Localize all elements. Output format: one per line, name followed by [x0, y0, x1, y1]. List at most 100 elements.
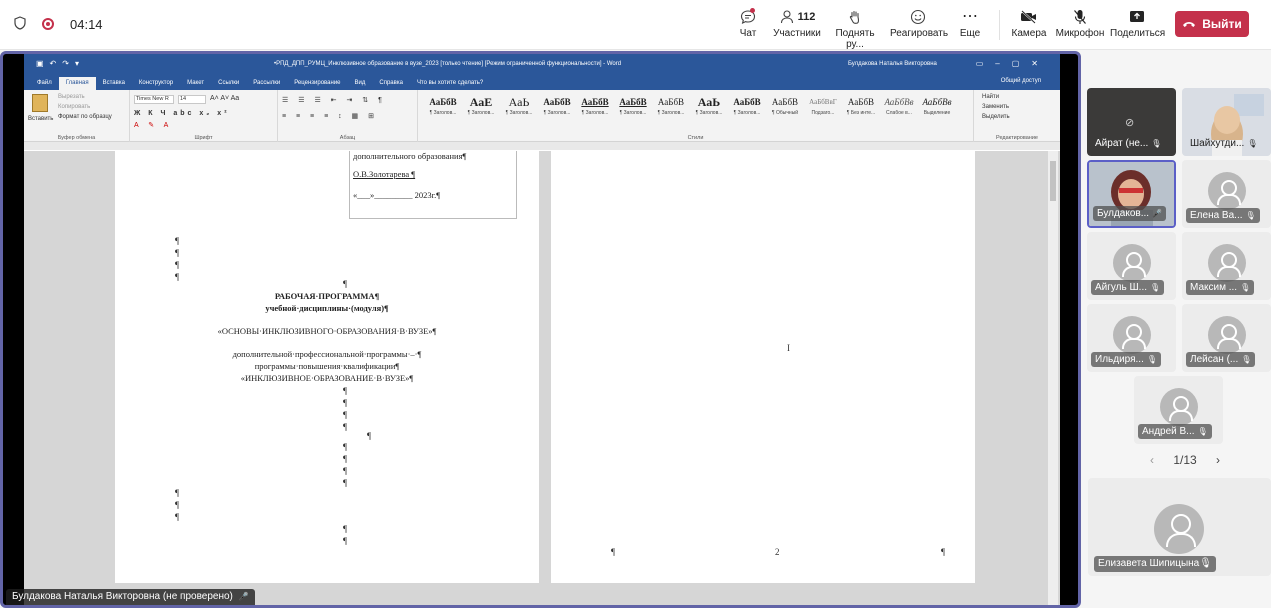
list-buttons[interactable]: ☰ ☰ ☰ ⇤ ⇥ ⇅ ¶	[282, 96, 386, 104]
tab-insert[interactable]: Вставка	[96, 80, 132, 90]
react-label: Реагировать	[890, 28, 949, 39]
gallery-page-indicator: 1/13	[1173, 453, 1197, 467]
paragraph-marks-1: ¶ ¶ ¶ ¶	[175, 236, 180, 282]
microphone-button[interactable]: Микрофон	[1054, 6, 1106, 39]
toolbar-divider	[999, 10, 1000, 40]
participant-name: Елена Ва... 🎙	[1186, 208, 1260, 223]
program-type: дополнительной·профессиональной·программ…	[232, 349, 422, 359]
spotlight-participant-tile[interactable]: Елизавета Шипицына🎙	[1088, 478, 1271, 576]
font-color-buttons[interactable]: A ✎ A	[134, 121, 172, 129]
participant-tile[interactable]: Айгуль Ш... 🎙	[1087, 232, 1176, 300]
align-buttons[interactable]: ≡ ≡ ≡ ≡ ↕ ▦ ⊞	[282, 112, 378, 120]
participant-name: Лейсан (... 🎙	[1186, 352, 1256, 367]
participant-tile[interactable]: ⊘ Айрат (не... 🎙	[1087, 88, 1176, 156]
hand-icon	[826, 6, 884, 28]
tab-mailings[interactable]: Рассылки	[246, 80, 287, 90]
presenter-name-label: Булдакова Наталья Викторовна (не провере…	[6, 589, 255, 605]
tab-help[interactable]: Справка	[372, 80, 410, 90]
format-painter-button[interactable]: Формат по образцу	[58, 114, 112, 120]
copy-button[interactable]: Копировать	[58, 104, 90, 110]
participant-name: Ильдиря... 🎙	[1091, 352, 1162, 367]
camera-button[interactable]: Камера	[1010, 6, 1048, 39]
tab-review[interactable]: Рецензирование	[287, 80, 347, 90]
chat-icon	[732, 6, 764, 28]
participant-name: Шайхутди... 🎙	[1186, 136, 1261, 151]
mic-muted-icon: 🎙	[1197, 427, 1208, 436]
document-page-2[interactable]: I ¶ 2 ¶	[551, 151, 975, 583]
document-page-1[interactable]: дополнительного образования¶ О.В.Золотар…	[115, 151, 539, 583]
chevron-right-icon[interactable]: ›	[1216, 453, 1220, 467]
participant-tile[interactable]: Елена Ва... 🎙	[1182, 160, 1271, 228]
participant-name: Елизавета Шипицына🎙	[1094, 556, 1216, 572]
word-titlebar: ▣↶↷▾ •РПД_ДПП_РУМЦ_Инклюзивное образован…	[24, 54, 1060, 74]
mic-muted-icon: 🎙	[1150, 283, 1161, 292]
avatar-icon	[1113, 316, 1151, 354]
font-name-select[interactable]: Times New R	[134, 95, 174, 104]
quick-access-icons[interactable]: ▣↶↷▾	[36, 59, 85, 68]
participant-name-text: Лейсан (...	[1190, 354, 1239, 365]
gallery-pager: ‹ 1/13 ›	[1150, 452, 1220, 468]
paragraph-label: Абзац	[339, 135, 356, 141]
leave-button[interactable]: Выйти	[1175, 11, 1249, 37]
tab-file[interactable]: Файл	[30, 80, 59, 90]
participant-tile-active-speaker[interactable]: Булдаков... 🎤	[1087, 160, 1176, 228]
font-group: Times New R 14 A˄ A˅ Aa Ж К Ч abc x₂ x² …	[130, 90, 278, 142]
mic-muted-icon: 🎙	[1199, 558, 1212, 569]
avatar-icon	[1208, 172, 1246, 210]
chat-button[interactable]: Чат	[732, 6, 764, 39]
word-share-button[interactable]: Общий доступ	[994, 78, 1048, 88]
tab-layout[interactable]: Макет	[180, 80, 211, 90]
meeting-timer: 04:14	[70, 16, 103, 32]
replace-button[interactable]: Заменить	[982, 104, 1009, 110]
camera-label: Камера	[1011, 28, 1047, 39]
ruler[interactable]	[24, 142, 1060, 150]
more-button[interactable]: ⋯ Еще	[956, 6, 984, 39]
mic-muted-icon: 🎙	[1240, 283, 1251, 292]
mic-icon: 🎤	[238, 592, 249, 601]
program-subtitle: учебной·дисциплины·(модуля)¶	[265, 303, 389, 313]
react-button[interactable]: Реагировать	[890, 6, 949, 39]
font-size-select[interactable]: 14	[178, 95, 206, 104]
document-canvas[interactable]: дополнительного образования¶ О.В.Золотар…	[24, 151, 1060, 605]
participant-name-text: Айрат (не...	[1095, 138, 1149, 149]
participant-name: Айгуль Ш... 🎙	[1091, 280, 1165, 295]
share-tray-icon	[1110, 6, 1164, 28]
find-button[interactable]: Найти	[982, 94, 999, 100]
clipboard-label: Буфер обмена	[57, 135, 96, 141]
font-format-buttons[interactable]: Ж К Ч abc x₂ x²	[134, 110, 230, 117]
paste-button[interactable]: Вставить	[28, 116, 53, 122]
table-line-2: О.В.Золотарева ¶	[353, 169, 416, 179]
paragraph-mark: ¶	[941, 547, 946, 557]
tab-home[interactable]: Главная	[58, 77, 96, 90]
participant-tile[interactable]: Лейсан (... 🎙	[1182, 304, 1271, 372]
participant-name-text: Айгуль Ш...	[1095, 282, 1148, 293]
select-button[interactable]: Выделить	[982, 114, 1010, 120]
cut-button[interactable]: Вырезать	[58, 94, 85, 100]
participant-tile[interactable]: Максим ... 🎙	[1182, 232, 1271, 300]
toolbar-left: 04:14	[14, 0, 103, 48]
share-button[interactable]: Поделиться	[1110, 6, 1165, 39]
participants-label: Участники	[773, 28, 821, 39]
participant-name: Булдаков... 🎤	[1093, 206, 1167, 221]
tab-view[interactable]: Вид	[348, 80, 373, 90]
scrollbar-thumb[interactable]	[1050, 161, 1056, 201]
participant-tile[interactable]: Шайхутди... 🎙	[1182, 88, 1271, 156]
mic-muted-icon: 🎙	[1151, 139, 1162, 148]
paragraph-mark: ¶	[343, 279, 348, 289]
mic-off-icon	[1054, 6, 1106, 28]
font-size-buttons[interactable]: A˄ A˅ Aa	[210, 95, 239, 102]
tab-design[interactable]: Конструктор	[132, 80, 180, 90]
participant-tile[interactable]: Андрей В... 🎙	[1134, 376, 1223, 444]
participants-button[interactable]: 112 Участники	[772, 6, 822, 39]
course-name: «ОСНОВЫ·ИНКЛЮЗИВНОГО·ОБРАЗОВАНИЯ·В·ВУЗЕ»…	[217, 326, 437, 336]
document-scrollbar[interactable]	[1048, 151, 1058, 605]
mic-label: Микрофон	[1055, 28, 1105, 39]
chevron-left-icon[interactable]: ‹	[1150, 453, 1154, 467]
tab-references[interactable]: Ссылки	[211, 80, 246, 90]
tell-me-search[interactable]: Что вы хотите сделать?	[410, 80, 490, 90]
participant-tile[interactable]: Ильдиря... 🎙	[1087, 304, 1176, 372]
word-user: Булдакова Наталья Викторовна	[848, 61, 937, 67]
raise-hand-button[interactable]: Поднять ру...	[826, 6, 884, 50]
avatar-icon	[1160, 388, 1198, 426]
window-controls[interactable]: ▭–▢✕	[976, 59, 1050, 68]
